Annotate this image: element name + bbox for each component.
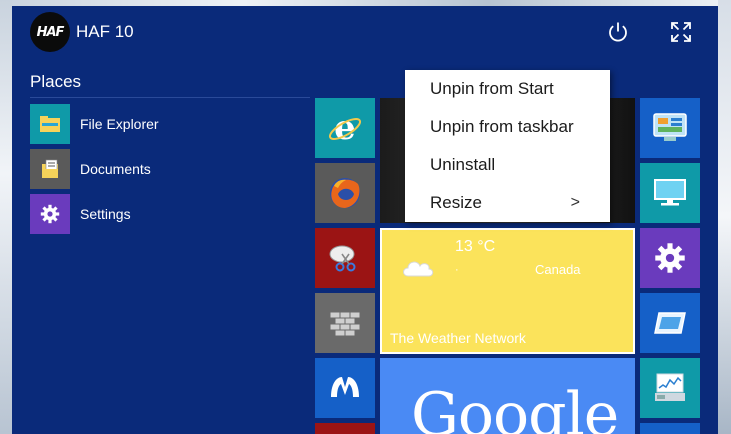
tile-snipping-tool[interactable] <box>315 228 375 288</box>
tile-this-pc[interactable] <box>640 163 700 223</box>
tile-control-panel[interactable] <box>640 98 700 158</box>
tile-internet-explorer[interactable]: e <box>315 98 375 158</box>
firewall-icon <box>329 311 361 337</box>
control-panel-icon <box>653 113 687 141</box>
expand-icon <box>671 22 691 42</box>
computer-icon <box>654 179 686 206</box>
tile-resource-monitor[interactable] <box>640 358 700 418</box>
menu-item-label: Unpin from Start <box>430 79 554 98</box>
context-menu: Unpin from Start Unpin from taskbar Unin… <box>405 70 610 222</box>
place-label: Settings <box>80 206 131 222</box>
documents-icon <box>30 149 70 189</box>
tile-weather[interactable]: 13 °C · Canada The Weather Network <box>380 228 635 354</box>
tile-app-red[interactable] <box>315 423 375 434</box>
tile-firefox[interactable] <box>315 163 375 223</box>
cloud-icon <box>403 261 434 277</box>
tile-malwarebytes[interactable] <box>315 358 375 418</box>
weather-app-name: The Weather Network <box>390 330 526 346</box>
weather-condition-dot: · <box>455 264 459 276</box>
place-label: File Explorer <box>80 116 159 132</box>
user-avatar[interactable]: HAF <box>30 12 70 52</box>
google-logo-text: Google <box>411 380 619 434</box>
start-header: HAF HAF 10 <box>12 6 718 62</box>
avatar-logo-text: HAF <box>36 24 65 40</box>
folder-icon <box>30 104 70 144</box>
places-heading: Places <box>30 72 82 91</box>
power-icon <box>609 22 627 42</box>
monitor-chart-icon <box>655 373 685 401</box>
menu-item-label: Uninstall <box>430 155 496 174</box>
weather-location: Canada <box>535 262 581 277</box>
user-name[interactable]: HAF 10 <box>76 22 134 42</box>
expand-button[interactable] <box>669 20 693 44</box>
gear-icon <box>655 243 685 273</box>
menu-item-label: Unpin from taskbar <box>430 117 574 136</box>
power-button[interactable] <box>606 20 630 44</box>
chevron-right-icon: > <box>570 194 580 211</box>
gear-icon <box>30 194 70 234</box>
start-menu: HAF HAF 10 Places File Explorer Document… <box>12 6 718 434</box>
tile-app-gray[interactable] <box>315 293 375 353</box>
menu-item-label: Resize <box>430 193 482 212</box>
desktop-wallpaper-left <box>0 0 12 434</box>
place-file-explorer[interactable]: File Explorer <box>30 104 310 144</box>
malwarebytes-icon <box>331 377 359 397</box>
tile-settings[interactable] <box>640 228 700 288</box>
places-divider <box>30 97 310 98</box>
window-icon <box>654 312 686 334</box>
menu-item-unpin-from-start[interactable]: Unpin from Start <box>405 70 610 108</box>
place-documents[interactable]: Documents <box>30 149 310 189</box>
menu-item-unpin-from-taskbar[interactable]: Unpin from taskbar <box>405 108 610 146</box>
firefox-icon <box>330 178 360 208</box>
place-label: Documents <box>80 161 151 177</box>
menu-item-resize[interactable]: Resize > <box>405 184 610 222</box>
tile-app-bottom-right[interactable] <box>640 423 700 434</box>
weather-temperature: 13 °C <box>455 238 496 255</box>
place-settings[interactable]: Settings <box>30 194 310 234</box>
menu-item-uninstall[interactable]: Uninstall <box>405 146 610 184</box>
internet-explorer-icon: e <box>328 110 362 146</box>
scissors-icon <box>329 245 356 272</box>
tile-app-blue[interactable] <box>640 293 700 353</box>
tile-google[interactable]: Google <box>380 358 635 434</box>
desktop-wallpaper-right <box>718 0 731 434</box>
